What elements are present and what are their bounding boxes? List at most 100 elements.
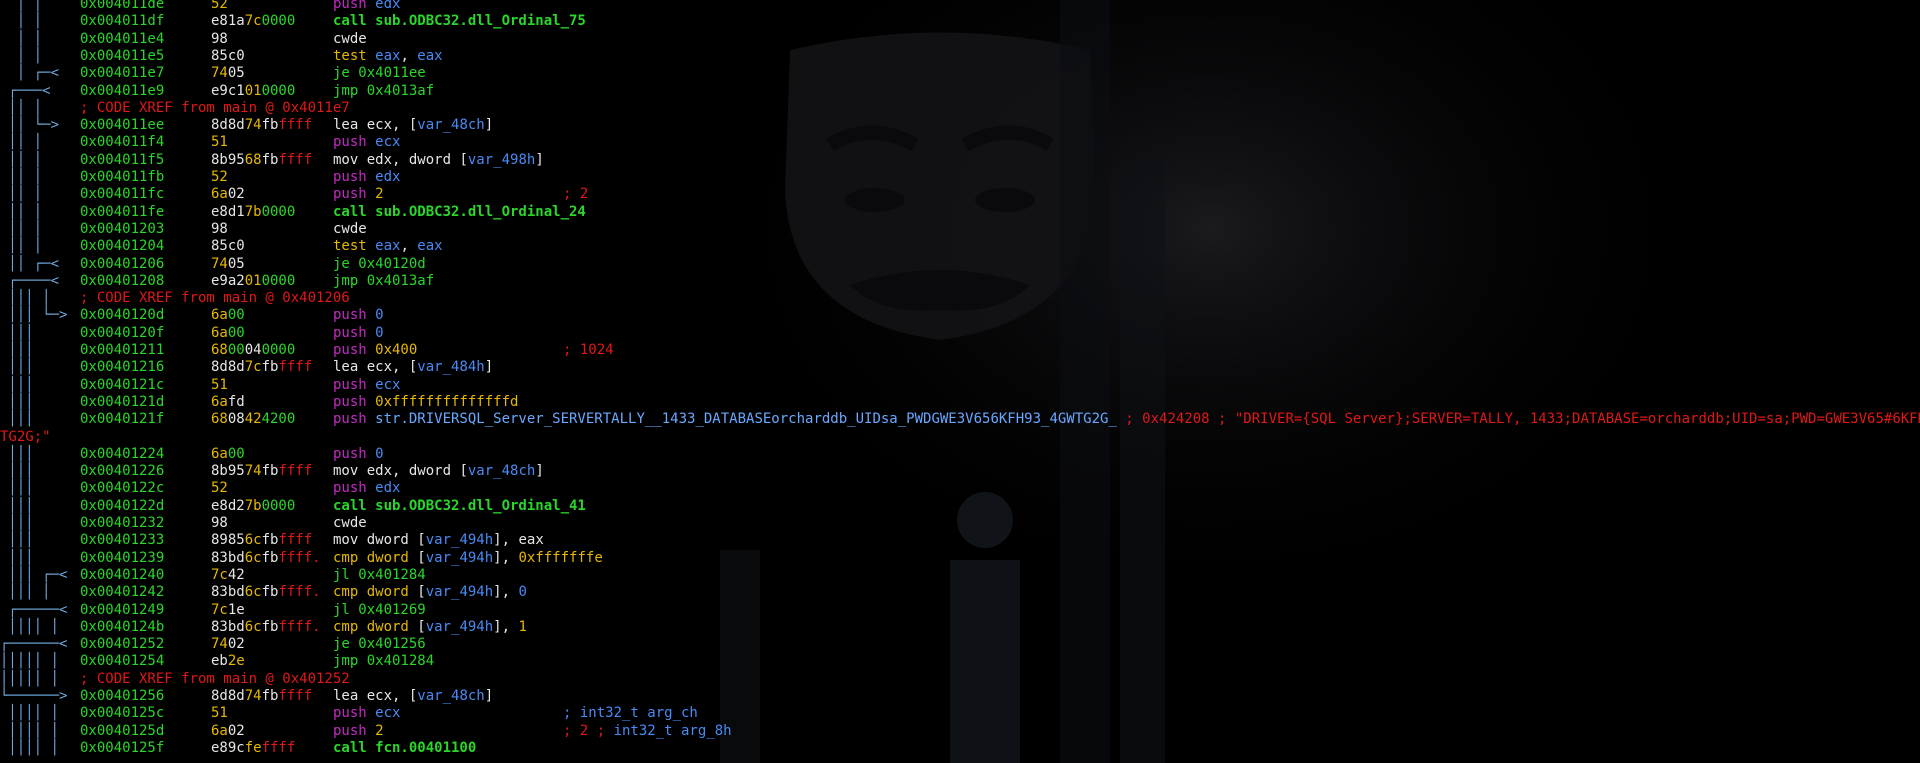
asm-line[interactable]: │││ 0x0040120f 6a00 push 0 (0, 325, 1920, 342)
instruction-text[interactable]: push str.DRIVERSQL_Server_SERVERTALLY__1… (333, 411, 1920, 428)
instruction-text[interactable]: call sub.ODBC32.dll_Ordinal_75 (333, 13, 586, 30)
asm-line[interactable]: │││ 0x00401216 8d8d7cfbffff lea ecx, [var_4… (0, 359, 1920, 376)
instruction-address[interactable]: 0x0040122c (80, 480, 164, 497)
asm-line[interactable]: ││ ┌─< 0x00401206 7405 je 0x40120d (0, 256, 1920, 273)
instruction-address[interactable]: 0x0040120f (80, 325, 164, 342)
asm-line[interactable]: │ │ 0x004011de 52 push edx (0, 0, 1920, 13)
instruction-text[interactable]: push 2 (333, 186, 384, 203)
instruction-text[interactable]: je 0x4011ee (333, 65, 426, 82)
instruction-text[interactable]: push 0 (333, 325, 384, 342)
instruction-text[interactable]: cwde (333, 221, 367, 238)
code-xref-row[interactable]: │││ │ ; CODE XREF from main @ 0x401206 (0, 290, 1920, 307)
instruction-text[interactable]: je 0x401256 (333, 636, 426, 653)
instruction-address[interactable]: 0x004011e9 (80, 83, 164, 100)
asm-line[interactable]: │││ 0x00401226 8b9574fbffff mov edx, dword … (0, 463, 1920, 480)
instruction-text[interactable]: push ecx (333, 134, 400, 151)
asm-line[interactable]: ││ │ 0x004011fe e8d17b0000 call sub.ODBC32.… (0, 204, 1920, 221)
instruction-address[interactable]: 0x004011ee (80, 117, 164, 134)
instruction-text[interactable]: push edx (333, 480, 400, 497)
asm-line[interactable]: │││ 0x00401211 6800040000 push 0x400 ; 1024 (0, 342, 1920, 359)
instruction-address[interactable]: 0x004011fc (80, 186, 164, 203)
code-xref-row[interactable]: ││ │ ; CODE XREF from main @ 0x4011e7 (0, 100, 1920, 117)
instruction-address[interactable]: 0x00401216 (80, 359, 164, 376)
asm-line[interactable]: ││ │ 0x004011fb 52 push edx (0, 169, 1920, 186)
asm-line[interactable]: ┌────< 0x00401208 e9a2010000 jmp 0x4013af (0, 273, 1920, 290)
instruction-address[interactable]: 0x00401203 (80, 221, 164, 238)
instruction-address[interactable]: 0x004011e7 (80, 65, 164, 82)
instruction-address[interactable]: 0x00401211 (80, 342, 164, 359)
instruction-address[interactable]: 0x0040120d (80, 307, 164, 324)
instruction-address[interactable]: 0x0040121f (80, 411, 164, 428)
asm-line[interactable]: │ │ 0x004011df e81a7c0000 call sub.ODBC32.d… (0, 13, 1920, 30)
instruction-address[interactable]: 0x004011de (80, 0, 164, 13)
asm-line[interactable]: │││ 0x00401233 89856cfbffff mov dword [var_… (0, 532, 1920, 549)
instruction-text[interactable]: push 0xffffffffffffffd (333, 394, 518, 411)
instruction-text[interactable]: push 0x400 (333, 342, 417, 359)
instruction-text[interactable]: lea ecx, [var_48ch] (333, 117, 493, 134)
asm-line[interactable]: │││ 0x0040121c 51 push ecx (0, 377, 1920, 394)
instruction-address[interactable]: 0x00401208 (80, 273, 164, 290)
instruction-text[interactable]: mov edx, dword [var_48ch] (333, 463, 544, 480)
instruction-address[interactable]: 0x004011e4 (80, 31, 164, 48)
asm-line[interactable]: │ │ 0x004011e4 98 cwde (0, 31, 1920, 48)
instruction-address[interactable]: 0x00401224 (80, 446, 164, 463)
instruction-address[interactable]: 0x004011f4 (80, 134, 164, 151)
asm-line[interactable]: ││ │ 0x004011fc 6a02 push 2 ; 2 (0, 186, 1920, 203)
instruction-text[interactable]: mov edx, dword [var_498h] (333, 152, 544, 169)
instruction-text[interactable]: push 2 (333, 723, 384, 740)
instruction-text[interactable]: test eax, eax (333, 238, 443, 255)
wrapped-line[interactable]: TG2G;" (0, 429, 1920, 446)
instruction-text[interactable]: call fcn.00401100 (333, 740, 476, 757)
instruction-text[interactable]: call sub.ODBC32.dll_Ordinal_41 (333, 498, 586, 515)
instruction-address[interactable]: 0x00401232 (80, 515, 164, 532)
instruction-address[interactable]: 0x00401249 (80, 602, 164, 619)
instruction-address[interactable]: 0x0040125c (80, 705, 164, 722)
instruction-text[interactable]: test eax, eax (333, 48, 443, 65)
instruction-text[interactable]: jl 0x401269 (333, 602, 426, 619)
asm-line[interactable]: ││││ │ 0x0040125f e89cfeffff call fcn.00401… (0, 740, 1920, 757)
asm-line[interactable]: ││ └─> 0x004011ee 8d8d74fbffff lea ecx, [va… (0, 117, 1920, 134)
instruction-address[interactable]: 0x0040121d (80, 394, 164, 411)
instruction-address[interactable]: 0x00401233 (80, 532, 164, 549)
instruction-text[interactable]: cmp dword [var_494h], 0 (333, 584, 527, 601)
asm-line[interactable]: ││││ │ 0x0040124b 83bd6cfbffff. cmp dword [… (0, 619, 1920, 636)
instruction-address[interactable]: 0x004011fe (80, 204, 164, 221)
asm-line[interactable]: │││ ┌─< 0x00401240 7c42 jl 0x401284 (0, 567, 1920, 584)
instruction-text[interactable]: mov dword [var_494h], eax (333, 532, 544, 549)
instruction-address[interactable]: 0x00401254 (80, 653, 164, 670)
instruction-address[interactable]: 0x004011e5 (80, 48, 164, 65)
asm-line[interactable]: ││ │ 0x004011f4 51 push ecx (0, 134, 1920, 151)
instruction-address[interactable]: 0x004011fb (80, 169, 164, 186)
instruction-text[interactable]: cwde (333, 515, 367, 532)
instruction-address[interactable]: 0x004011f5 (80, 152, 164, 169)
instruction-address[interactable]: 0x0040121c (80, 377, 164, 394)
asm-line[interactable]: │││ 0x00401239 83bd6cfbffff. cmp dword [var… (0, 550, 1920, 567)
instruction-text[interactable]: push ecx (333, 705, 400, 722)
instruction-text[interactable]: push edx (333, 169, 400, 186)
instruction-text[interactable]: cwde (333, 31, 367, 48)
instruction-text[interactable]: jmp 0x4013af (333, 83, 434, 100)
asm-line[interactable]: │ ┌─< 0x004011e7 7405 je 0x4011ee (0, 65, 1920, 82)
asm-line[interactable]: ┌──────< 0x00401252 7402 je 0x401256 (0, 636, 1920, 653)
instruction-address[interactable]: 0x00401206 (80, 256, 164, 273)
asm-line[interactable]: ││ │ 0x00401204 85c0 test eax, eax (0, 238, 1920, 255)
instruction-address[interactable]: 0x00401239 (80, 550, 164, 567)
instruction-address[interactable]: 0x0040124b (80, 619, 164, 636)
asm-line[interactable]: │││││ │ 0x00401254 eb2e jmp 0x401284 (0, 653, 1920, 670)
instruction-text[interactable]: jmp 0x401284 (333, 653, 434, 670)
asm-line[interactable]: ┌───< 0x004011e9 e9c1010000 jmp 0x4013af (0, 83, 1920, 100)
instruction-text[interactable]: jl 0x401284 (333, 567, 426, 584)
asm-line[interactable]: ││ │ 0x00401203 98 cwde (0, 221, 1920, 238)
instruction-text[interactable]: lea ecx, [var_484h] (333, 359, 493, 376)
asm-line[interactable]: │││ 0x0040122d e8d27b0000 call sub.ODBC32.d… (0, 498, 1920, 515)
asm-line[interactable]: ││ │ 0x004011f5 8b9568fbffff mov edx, dword… (0, 152, 1920, 169)
instruction-text[interactable]: lea ecx, [var_48ch] (333, 688, 493, 705)
instruction-text[interactable]: push 0 (333, 446, 384, 463)
asm-line[interactable]: └──────> 0x00401256 8d8d74fbffff lea ecx, [… (0, 688, 1920, 705)
instruction-text[interactable]: push edx (333, 0, 400, 13)
instruction-address[interactable]: 0x00401256 (80, 688, 164, 705)
instruction-text[interactable]: cmp dword [var_494h], 0xfffffffe (333, 550, 603, 567)
instruction-address[interactable]: 0x00401204 (80, 238, 164, 255)
instruction-address[interactable]: 0x0040125d (80, 723, 164, 740)
asm-line[interactable]: │││ 0x0040121f 6808424200 push str.DRIVERSQ… (0, 411, 1920, 428)
